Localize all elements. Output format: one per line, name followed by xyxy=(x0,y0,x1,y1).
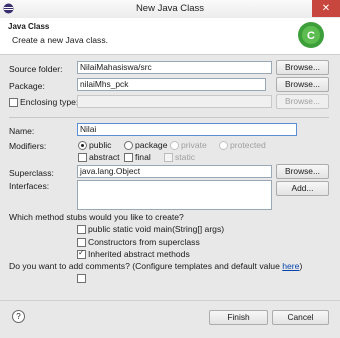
abstract-label: abstract xyxy=(89,152,120,162)
finish-button[interactable]: Finish xyxy=(209,310,268,325)
static-checkbox[interactable] xyxy=(164,153,173,162)
source-folder-label: Source folder: xyxy=(9,64,63,74)
enclosing-type-checkbox[interactable] xyxy=(9,98,18,107)
package-label: Package: xyxy=(9,81,45,91)
interfaces-list[interactable] xyxy=(77,180,272,210)
private-radio[interactable] xyxy=(170,141,179,150)
final-label: final xyxy=(135,152,151,162)
comments-suffix: ) xyxy=(299,261,303,271)
cancel-button[interactable]: Cancel xyxy=(272,310,329,325)
package-radio[interactable] xyxy=(124,141,133,150)
comments-text: Do you want to add comments? (Configure … xyxy=(9,261,283,271)
generate-comments-checkbox[interactable] xyxy=(77,274,86,283)
name-field[interactable]: Nilai xyxy=(77,123,297,136)
protected-label: protected xyxy=(230,140,266,150)
method-stubs-question: Which method stubs would you like to cre… xyxy=(9,212,184,222)
abstract-checkbox[interactable] xyxy=(78,153,87,162)
superclass-label: Superclass: xyxy=(9,168,54,178)
enclosing-type-field[interactable] xyxy=(77,95,272,108)
static-label: static xyxy=(175,152,196,162)
source-folder-browse-button[interactable]: Browse... xyxy=(276,60,329,75)
constructors-checkbox[interactable] xyxy=(77,238,86,247)
header-title: Java Class xyxy=(8,22,50,31)
close-icon: ✕ xyxy=(321,3,331,14)
window-title: New Java Class xyxy=(135,3,205,14)
inherited-abstract-checkbox[interactable] xyxy=(77,248,86,259)
modifiers-label: Modifiers: xyxy=(9,141,47,151)
help-icon[interactable]: ? xyxy=(12,310,25,323)
interfaces-label: Interfaces: xyxy=(9,181,50,191)
new-class-wizard-icon: C xyxy=(298,22,324,48)
main-method-label: public static void main(String[] args) xyxy=(88,224,225,234)
main-method-checkbox[interactable] xyxy=(77,225,86,234)
package-field[interactable]: nilaiMhs_pck xyxy=(77,78,266,91)
separator xyxy=(9,117,329,118)
comments-question: Do you want to add comments? (Configure … xyxy=(9,261,302,271)
configure-templates-link[interactable]: here xyxy=(282,261,299,271)
superclass-field[interactable]: java.lang.Object xyxy=(77,165,272,178)
interfaces-add-button[interactable]: Add... xyxy=(276,181,329,196)
public-radio[interactable] xyxy=(78,141,87,150)
enclosing-type-browse-button[interactable]: Browse... xyxy=(276,94,329,109)
name-label: Name: xyxy=(9,126,35,136)
final-checkbox[interactable] xyxy=(124,153,133,162)
superclass-browse-button[interactable]: Browse... xyxy=(276,164,329,179)
source-folder-field[interactable]: NilaiMahasiswa/src xyxy=(77,61,272,74)
close-window-button[interactable]: ✕ xyxy=(312,0,340,17)
enclosing-type-label: Enclosing type: xyxy=(20,97,79,107)
private-label: private xyxy=(181,140,207,150)
package-radio-label: package xyxy=(135,140,168,150)
package-browse-button[interactable]: Browse... xyxy=(276,77,329,92)
protected-radio[interactable] xyxy=(219,141,228,150)
constructors-label: Constructors from superclass xyxy=(88,237,200,247)
inherited-abstract-label: Inherited abstract methods xyxy=(88,249,190,259)
svg-text:C: C xyxy=(307,30,315,42)
header-description: Create a new Java class. xyxy=(12,35,109,45)
public-label: public xyxy=(89,140,112,150)
